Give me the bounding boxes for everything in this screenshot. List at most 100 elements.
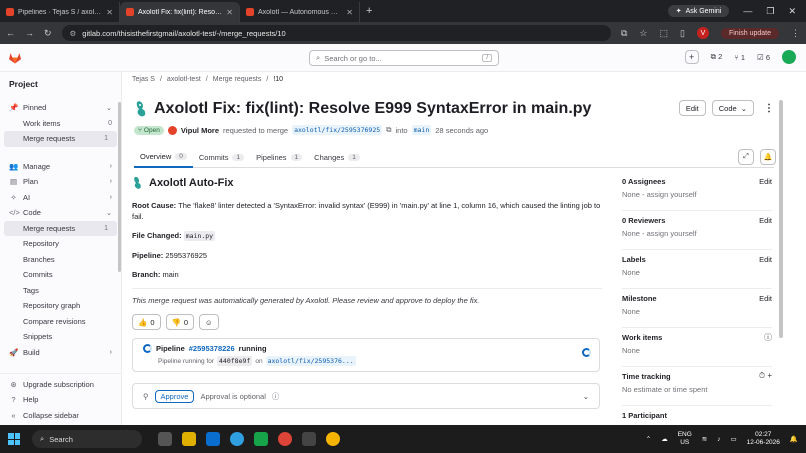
target-branch[interactable]: main bbox=[411, 125, 432, 135]
create-new-button[interactable]: + bbox=[684, 50, 699, 64]
tab-overview[interactable]: Overview 0 bbox=[134, 146, 193, 168]
sidebar-item-code[interactable]: </> Code ⌄ bbox=[0, 205, 121, 221]
chrome-profile-icon[interactable] bbox=[326, 432, 340, 446]
close-icon[interactable]: ✕ bbox=[106, 8, 113, 17]
sidebar-item-help[interactable]: ? Help bbox=[0, 392, 122, 408]
notifications-icon[interactable]: 🔔 bbox=[790, 435, 798, 443]
more-actions-icon[interactable]: ⋮ bbox=[760, 103, 778, 114]
pipeline-branch[interactable]: axolotl/fix/2595376... bbox=[265, 356, 356, 366]
windows-start-icon[interactable] bbox=[8, 433, 20, 445]
extensions-icon[interactable]: ⬚ bbox=[660, 28, 669, 39]
tab-pipelines[interactable]: Pipelines 1 bbox=[250, 146, 308, 168]
merge-requests-button[interactable]: ⑂ 1 bbox=[734, 53, 745, 62]
search-input[interactable]: ⌕ Search or go to... / bbox=[309, 50, 499, 66]
camera-icon[interactable] bbox=[302, 432, 316, 446]
browser-tab-axolotl[interactable]: Axolotl — Autonomous CI/CD F ✕ bbox=[240, 2, 360, 22]
battery-icon[interactable]: ▭ bbox=[731, 435, 737, 443]
author-link[interactable]: Vipul More bbox=[181, 126, 219, 135]
close-icon[interactable]: ✕ bbox=[226, 8, 233, 17]
edit-labels-button[interactable]: Edit bbox=[759, 255, 772, 264]
sidebar-item-repository[interactable]: Repository bbox=[0, 236, 121, 252]
sidebar-item-tags[interactable]: Tags bbox=[0, 283, 121, 299]
info-icon[interactable]: ⓘ bbox=[764, 332, 772, 343]
reload-icon[interactable]: ↻ bbox=[44, 28, 52, 39]
approve-button[interactable]: Approve bbox=[154, 389, 195, 403]
edit-assignees-button[interactable]: Edit bbox=[759, 177, 772, 186]
sidebar-scrollbar[interactable] bbox=[118, 102, 121, 272]
volume-icon[interactable]: ♪ bbox=[717, 436, 720, 443]
question-icon[interactable]: ⓘ bbox=[272, 391, 280, 402]
ask-gemini-button[interactable]: ✦ Ask Gemini bbox=[667, 5, 730, 17]
main-scrollbar[interactable] bbox=[779, 100, 783, 338]
add-reaction-button[interactable]: ☺ bbox=[199, 314, 219, 330]
bell-icon[interactable]: 🔔 bbox=[760, 149, 776, 165]
browser-tab-mr[interactable]: Axolotl Fix: fix(lint): Resolve ✕ bbox=[120, 2, 240, 22]
sidebar-item-repository-graph[interactable]: Repository graph bbox=[0, 298, 121, 314]
chrome-icon[interactable] bbox=[278, 432, 292, 446]
back-icon[interactable]: ← bbox=[6, 28, 15, 38]
file-explorer-icon[interactable] bbox=[182, 432, 196, 446]
sidebar-item-branches[interactable]: Branches bbox=[0, 252, 121, 268]
expand-icon[interactable]: ⤢ bbox=[738, 149, 754, 165]
commit-sha[interactable]: 440f8e9f bbox=[217, 356, 253, 366]
breadcrumb-item[interactable]: Merge requests bbox=[213, 76, 262, 83]
breadcrumb-item[interactable]: !10 bbox=[273, 76, 283, 83]
issues-button[interactable]: ⧉ 2 bbox=[711, 52, 723, 62]
edit-button[interactable]: Edit bbox=[678, 100, 706, 116]
sidebar-item-work-items[interactable]: Work items 0 bbox=[0, 116, 121, 132]
new-tab-button[interactable]: + bbox=[360, 5, 378, 17]
thumbs-up-button[interactable]: 👍 0 bbox=[132, 314, 161, 330]
gitlab-logo-icon[interactable] bbox=[8, 52, 22, 64]
edit-reviewers-button[interactable]: Edit bbox=[759, 216, 772, 225]
edge-icon[interactable] bbox=[230, 432, 244, 446]
sidepanel-icon[interactable]: ▯ bbox=[680, 28, 685, 39]
source-branch[interactable]: axolotl/fix/2595376925 bbox=[292, 125, 383, 135]
bookmark-star-icon[interactable]: ☆ bbox=[639, 28, 647, 39]
sidebar-item-plan[interactable]: ▤ Plan › bbox=[0, 174, 121, 190]
tab-changes[interactable]: Changes 1 bbox=[308, 146, 366, 168]
clock[interactable]: 02:27 12-06-2026 bbox=[747, 431, 780, 447]
site-info-icon[interactable]: ⚙ bbox=[70, 29, 77, 38]
thumbs-down-button[interactable]: 👎 0 bbox=[165, 314, 195, 330]
copy-icon[interactable]: ⧉ bbox=[386, 125, 391, 135]
sidebar-item-pinned[interactable]: 📌 Pinned ⌄ bbox=[0, 100, 121, 116]
tab-commits[interactable]: Commits 1 bbox=[193, 146, 250, 168]
wifi-icon[interactable]: ≋ bbox=[702, 435, 707, 443]
task-view-icon[interactable] bbox=[158, 432, 172, 446]
browser-tab-pipelines[interactable]: Pipelines · Tejas S / axolotl-tes ✕ bbox=[0, 2, 120, 22]
forward-icon[interactable]: → bbox=[25, 28, 34, 38]
sidebar-item-commits[interactable]: Commits bbox=[0, 267, 121, 283]
sidebar-item-build[interactable]: 🚀 Build › bbox=[0, 345, 121, 361]
install-icon[interactable]: ⧉ bbox=[621, 28, 627, 39]
todos-button[interactable]: ☑ 6 bbox=[757, 53, 770, 62]
sidebar-item-compare-revisions[interactable]: Compare revisions bbox=[0, 314, 121, 330]
code-dropdown-button[interactable]: Code ⌄ bbox=[711, 100, 754, 116]
language-indicator[interactable]: ENG US bbox=[678, 431, 692, 447]
menu-kebab-icon[interactable]: ⋮ bbox=[791, 28, 800, 39]
restore-icon[interactable]: ❐ bbox=[766, 6, 774, 17]
pipeline-link[interactable]: #2595378226 bbox=[189, 344, 235, 353]
sidebar-item-pinned-merge-requests[interactable]: Merge requests 1 bbox=[4, 131, 117, 147]
taskbar-search[interactable]: ⌕ Search bbox=[32, 430, 142, 448]
running-stage-icon[interactable] bbox=[582, 348, 591, 357]
sidebar-item-code-merge-requests[interactable]: Merge requests 1 bbox=[4, 220, 117, 236]
store-icon[interactable] bbox=[254, 432, 268, 446]
timer-add-icon[interactable]: ⏱ + bbox=[759, 371, 772, 381]
close-window-icon[interactable]: ✕ bbox=[788, 6, 796, 17]
onedrive-icon[interactable]: ☁ bbox=[661, 435, 668, 443]
minimize-icon[interactable]: — bbox=[743, 6, 752, 16]
finish-update-button[interactable]: Finish update bbox=[720, 27, 779, 39]
user-avatar[interactable] bbox=[782, 50, 796, 64]
chevron-up-icon[interactable]: ⌃ bbox=[646, 435, 651, 443]
sidebar-item-manage[interactable]: 👥 Manage › bbox=[0, 159, 121, 175]
dell-icon[interactable] bbox=[206, 432, 220, 446]
breadcrumb-item[interactable]: axolotl-test bbox=[167, 76, 201, 83]
chevron-down-icon[interactable]: ⌄ bbox=[583, 392, 589, 401]
profile-avatar[interactable]: V bbox=[696, 27, 709, 39]
url-field[interactable]: ⚙ gitlab.com/thisisthefirstgmail/axolotl… bbox=[61, 25, 611, 41]
sidebar-item-snippets[interactable]: Snippets bbox=[0, 329, 121, 345]
breadcrumb-item[interactable]: Tejas S bbox=[132, 76, 155, 83]
edit-milestone-button[interactable]: Edit bbox=[759, 294, 772, 303]
sidebar-item-ai[interactable]: ✧ AI › bbox=[0, 190, 121, 206]
sidebar-item-collapse[interactable]: « Collapse sidebar bbox=[0, 408, 122, 424]
